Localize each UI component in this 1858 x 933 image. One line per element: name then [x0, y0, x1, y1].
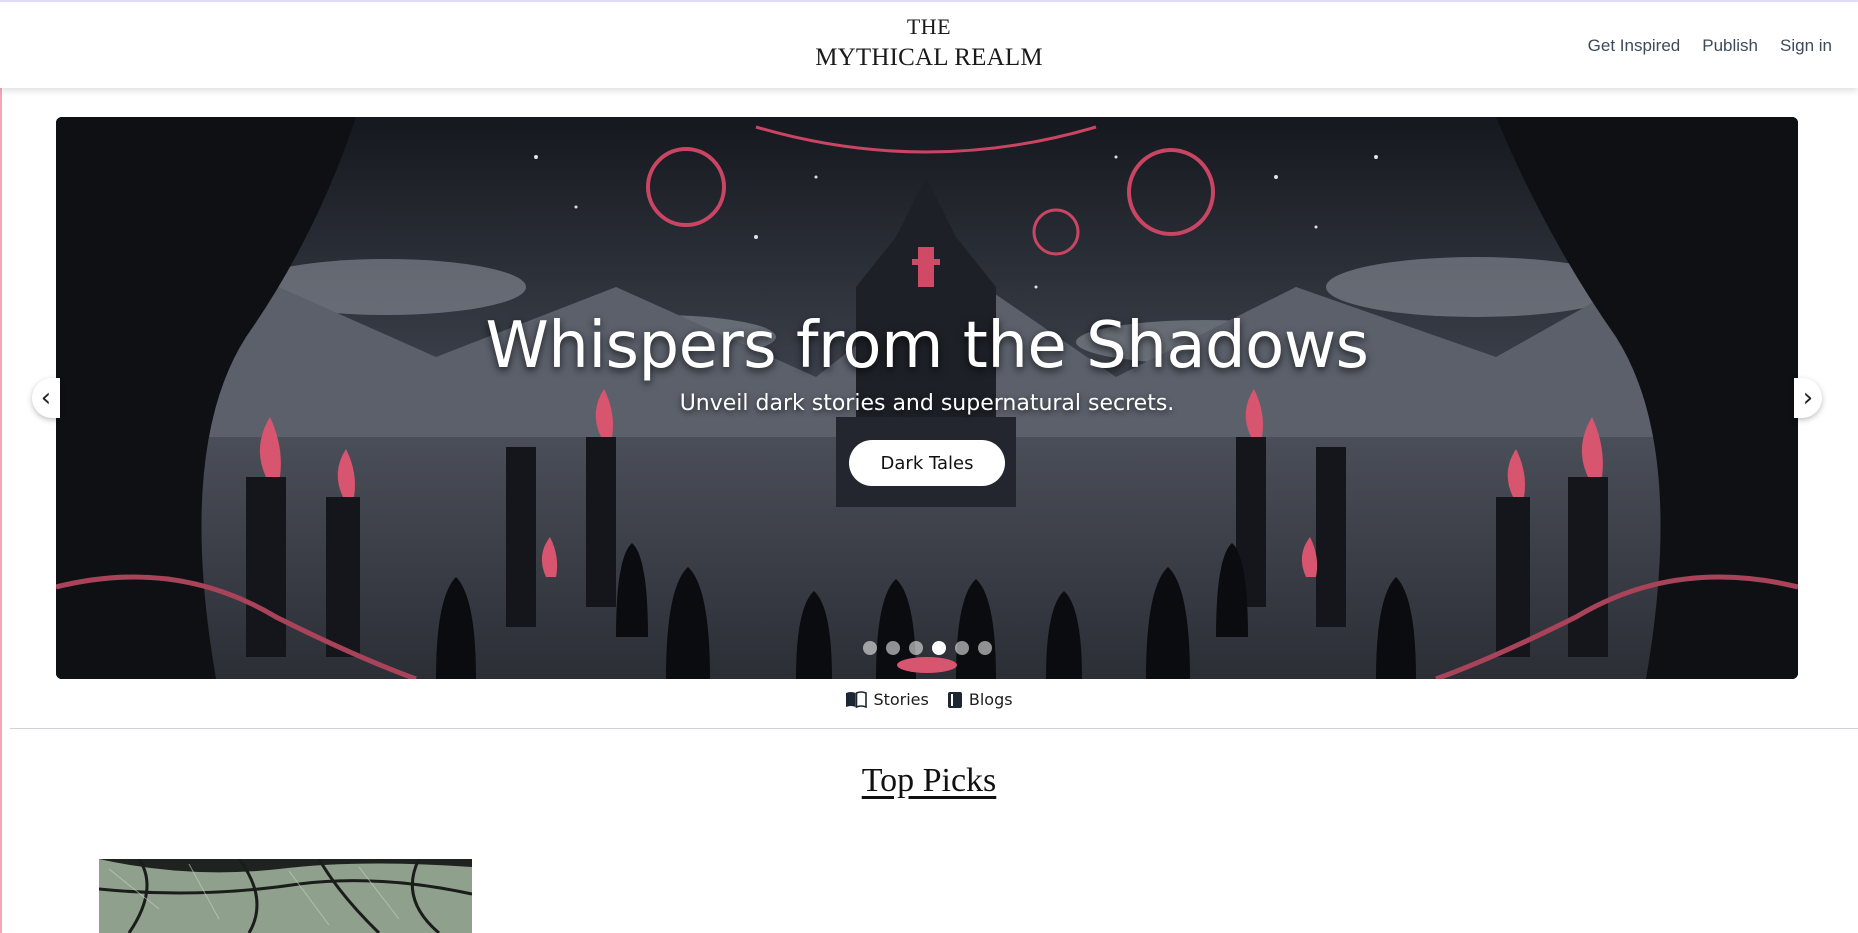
chevron-right-icon: › [1802, 383, 1814, 413]
site-logo[interactable]: THE MYTHICAL REALM [0, 14, 1858, 71]
logo-line-1: THE [906, 14, 952, 39]
tab-stories[interactable]: Stories [845, 690, 929, 709]
tab-blogs-label: Blogs [968, 690, 1013, 709]
hero-carousel: Whispers from the Shadows Unveil dark st… [56, 117, 1798, 679]
carousel-dot-3[interactable] [908, 641, 923, 655]
site-header: THE MYTHICAL REALM Get Inspired Publish … [0, 2, 1858, 88]
tab-blogs[interactable]: Blogs [947, 690, 1013, 709]
nav-publish[interactable]: Publish [1702, 36, 1758, 56]
hero-title: Whispers from the Shadows [485, 309, 1370, 383]
chevron-left-icon: ‹ [40, 383, 52, 413]
carousel-prev-button[interactable]: ‹ [32, 378, 60, 418]
dark-tales-button[interactable]: Dark Tales [849, 440, 1005, 486]
carousel-dot-4[interactable] [931, 641, 946, 655]
carousel-dot-5[interactable] [954, 641, 969, 655]
carousel-next-button[interactable]: › [1794, 378, 1822, 418]
card-illustration [99, 859, 472, 933]
carousel-dot-1[interactable] [862, 641, 877, 655]
content-tabs: Stories Blogs [0, 690, 1858, 709]
carousel-dot-6[interactable] [977, 641, 992, 655]
open-book-icon [846, 690, 868, 708]
hero-content: Whispers from the Shadows Unveil dark st… [56, 117, 1798, 679]
section-divider [10, 728, 1858, 729]
closed-book-icon [947, 691, 962, 708]
nav-get-inspired[interactable]: Get Inspired [1588, 36, 1681, 56]
top-nav: Get Inspired Publish Sign in [1588, 36, 1832, 56]
top-pick-card-image[interactable] [99, 859, 472, 933]
carousel-indicators [56, 641, 1798, 655]
logo-line-2: MYTHICAL REALM [815, 44, 1043, 71]
nav-sign-in[interactable]: Sign in [1780, 36, 1832, 56]
tab-stories-label: Stories [873, 690, 929, 709]
top-picks-heading: Top Picks [861, 762, 997, 799]
hero-subtitle: Unveil dark stories and supernatural sec… [679, 391, 1175, 416]
carousel-dot-2[interactable] [885, 641, 900, 655]
